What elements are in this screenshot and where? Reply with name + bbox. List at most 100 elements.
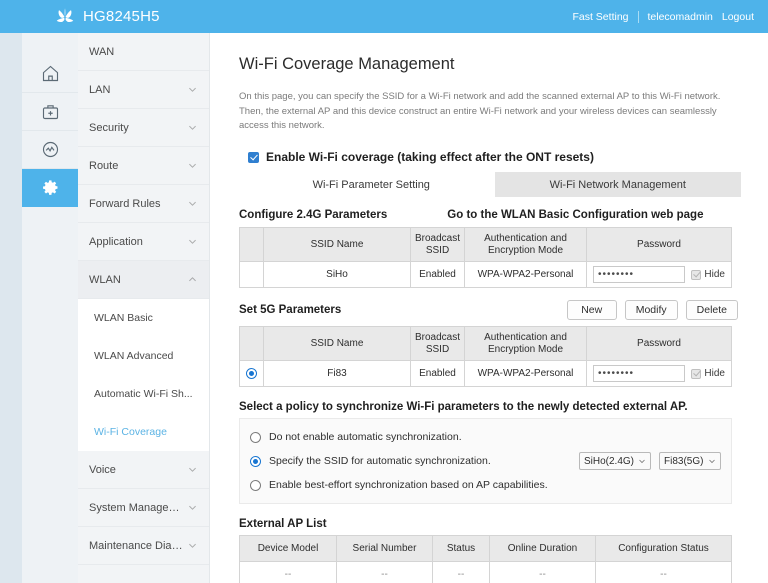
policy-radio-no-sync[interactable] <box>250 431 261 443</box>
fast-setting-link[interactable]: Fast Setting <box>572 11 628 23</box>
icon-rail <box>22 33 87 583</box>
sidebar-item-forward-rules[interactable]: Forward Rules <box>78 185 209 223</box>
sidebar-item-label: LAN <box>89 83 111 96</box>
column-header-password: Password <box>586 326 732 362</box>
cell-ssid-name: Fi83 <box>263 360 411 388</box>
sidebar-item-automatic-wifi-shutdown[interactable]: Automatic Wi-Fi Sh... <box>78 375 209 413</box>
chevron-down-icon <box>189 87 196 92</box>
policy-label-best-effort: Enable best-effort synchronization based… <box>269 479 548 492</box>
tab-wifi-network-management[interactable]: Wi-Fi Network Management <box>494 172 741 198</box>
cell-device-model: -- <box>239 561 337 583</box>
password-cell-inner: •••••••• Hide <box>590 266 728 284</box>
column-header-serial-number: Serial Number <box>336 535 433 563</box>
page-title: Wi-Fi Coverage Management <box>239 55 455 73</box>
auth-line2: Encryption Mode <box>487 244 564 256</box>
password-input-24g[interactable]: •••••••• <box>593 266 686 284</box>
top-header-bar: HG8245H5 Fast Setting telecomadmin Logou… <box>0 0 768 33</box>
sidebar-item-wan[interactable]: WAN <box>78 33 209 71</box>
modify-button[interactable]: Modify <box>624 300 678 321</box>
chevron-down-icon <box>189 201 196 206</box>
sidebar-item-label: Wi-Fi Coverage <box>94 426 167 438</box>
policy-label-specify-ssid: Specify the SSID for automatic synchroni… <box>269 455 491 468</box>
ssid-select-24g[interactable]: SiHo(2.4G) <box>578 452 651 471</box>
sidebar-item-wlan-advanced[interactable]: WLAN Advanced <box>78 337 209 375</box>
sidebar-item-voice[interactable]: Voice <box>78 451 209 489</box>
cell-broadcast-ssid: Enabled <box>410 360 465 388</box>
table-row[interactable]: Fi83 Enabled WPA-WPA2-Personal •••••••• … <box>239 360 732 388</box>
section-title-24g: Configure 2.4G Parameters <box>239 209 388 222</box>
sidebar-submenu-wlan: WLAN Basic WLAN Advanced Automatic Wi-Fi… <box>78 299 209 451</box>
table-row: -- -- -- -- -- <box>239 561 732 583</box>
password-input-5g[interactable]: •••••••• <box>593 365 686 383</box>
rail-item-settings[interactable] <box>22 169 87 207</box>
hide-password-toggle-24g[interactable]: Hide <box>691 269 725 280</box>
rail-gutter <box>0 33 22 583</box>
sidebar-item-wifi-coverage[interactable]: Wi-Fi Coverage <box>78 413 209 451</box>
column-header-status: Status <box>432 535 490 563</box>
sidebar-item-label: Application <box>89 235 143 248</box>
column-header-password: Password <box>586 227 732 263</box>
column-header-ssid-name: SSID Name <box>263 326 411 362</box>
auth-line2: Encryption Mode <box>487 343 564 355</box>
chevron-down-icon <box>189 125 196 130</box>
sidebar-item-security[interactable]: Security <box>78 109 209 147</box>
sidebar-item-label: WAN <box>89 45 115 58</box>
policy-option-no-sync[interactable]: Do not enable automatic synchronization. <box>250 425 721 449</box>
sidebar-item-wlan-basic[interactable]: WLAN Basic <box>78 299 209 337</box>
column-header-select <box>239 326 264 362</box>
broadcast-line1: Broadcast <box>414 232 461 244</box>
gauge-icon <box>42 141 58 158</box>
main-content: Wi-Fi Coverage Management On this page, … <box>211 33 768 583</box>
sidebar-item-system-management[interactable]: System Management <box>78 489 209 527</box>
hide-password-toggle-5g[interactable]: Hide <box>691 368 725 379</box>
sidebar-item-label: Security <box>89 121 129 134</box>
sidebar-item-application[interactable]: Application <box>78 223 209 261</box>
rail-item-home[interactable] <box>22 55 78 93</box>
column-header-online-duration: Online Duration <box>489 535 596 563</box>
chevron-up-icon <box>189 277 196 282</box>
cell-ssid-name: SiHo <box>263 261 411 289</box>
sidebar-item-maintenance-diagnosis[interactable]: Maintenance Diagno.. <box>78 527 209 565</box>
delete-button[interactable]: Delete <box>685 300 738 321</box>
enable-wifi-coverage-checkbox[interactable] <box>248 151 259 163</box>
rail-item-diagnosis[interactable] <box>22 93 78 131</box>
column-header-auth-mode: Authentication and Encryption Mode <box>464 326 587 362</box>
ssid-select-5g[interactable]: Fi83(5G) <box>659 452 721 471</box>
chevron-down-icon <box>709 459 715 464</box>
tab-bar: Wi-Fi Parameter Setting Wi-Fi Network Ma… <box>248 172 741 198</box>
rail-item-status[interactable] <box>22 131 78 169</box>
sidebar-menu: WAN LAN Security Route Forward Rules App… <box>78 33 210 583</box>
chevron-down-icon <box>189 163 196 168</box>
rail-top-spacer <box>22 33 78 55</box>
row-select-cell[interactable] <box>239 261 264 289</box>
policy-option-best-effort[interactable]: Enable best-effort synchronization based… <box>250 473 721 497</box>
tab-label: Wi-Fi Parameter Setting <box>312 178 430 191</box>
policy-ssid-selects: SiHo(2.4G) Fi83(5G) <box>578 452 721 471</box>
ssid-select-24g-value: SiHo(2.4G) <box>583 455 634 467</box>
logout-link[interactable]: Logout <box>722 11 754 23</box>
chevron-down-icon <box>189 239 196 244</box>
cell-status: -- <box>432 561 490 583</box>
external-ap-list-title: External AP List <box>239 518 327 531</box>
row-select-cell[interactable] <box>239 360 264 388</box>
policy-radio-specify-ssid[interactable] <box>250 455 261 467</box>
hide-checkbox-5g[interactable] <box>691 368 702 379</box>
table-header-row: SSID Name Broadcast SSID Authentication … <box>239 326 732 362</box>
row-radio-5g[interactable] <box>246 368 257 380</box>
cell-broadcast-ssid: Enabled <box>410 261 465 289</box>
hide-checkbox-24g[interactable] <box>691 269 702 280</box>
table-header-row: Device Model Serial Number Status Online… <box>239 535 732 563</box>
ssid-select-5g-value: Fi83(5G) <box>664 455 704 467</box>
policy-radio-best-effort[interactable] <box>250 479 261 491</box>
new-button[interactable]: New <box>566 300 617 321</box>
table-row[interactable]: SiHo Enabled WPA-WPA2-Personal •••••••• … <box>239 261 732 289</box>
enable-wifi-coverage-row[interactable]: Enable Wi-Fi coverage (taking effect aft… <box>239 150 738 164</box>
broadcast-line2: SSID <box>425 244 450 256</box>
tab-wifi-parameter-setting[interactable]: Wi-Fi Parameter Setting <box>248 172 495 198</box>
column-header-select <box>239 227 264 263</box>
policy-option-specify-ssid[interactable]: Specify the SSID for automatic synchroni… <box>250 449 721 473</box>
sidebar-item-wlan[interactable]: WLAN <box>78 261 209 299</box>
sidebar-item-route[interactable]: Route <box>78 147 209 185</box>
sidebar-item-lan[interactable]: LAN <box>78 71 209 109</box>
wlan-basic-config-link[interactable]: Go to the WLAN Basic Configuration web p… <box>447 209 703 221</box>
